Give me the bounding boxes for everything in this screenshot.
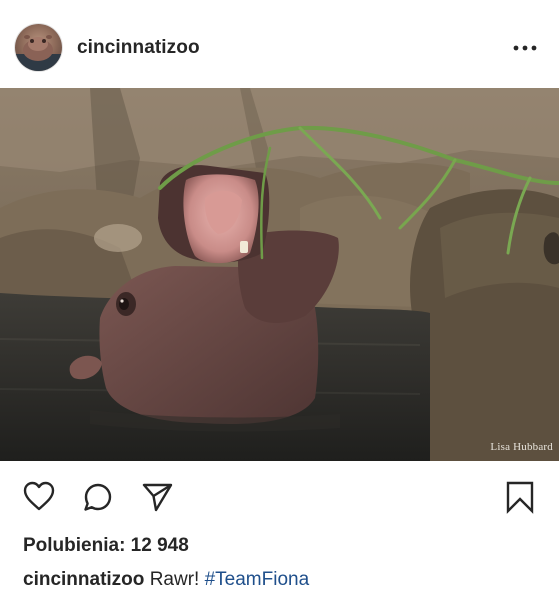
bookmark-icon[interactable] (502, 479, 538, 515)
avatar[interactable] (15, 24, 62, 71)
caption-username[interactable]: cincinnatizoo (23, 569, 144, 590)
post-header: cincinnatizoo (0, 0, 559, 88)
caption-hashtag[interactable]: #TeamFiona (205, 569, 310, 590)
likes-count[interactable]: Polubienia: 12 948 (23, 534, 189, 558)
post-photo[interactable]: Lisa Hubbard (0, 88, 559, 461)
post-caption: cincinnatizoo Rawr! #TeamFiona (23, 568, 309, 592)
hippo-photo (0, 88, 559, 461)
caption-text: Rawr! (149, 569, 200, 590)
send-icon[interactable] (139, 479, 175, 515)
more-options-icon[interactable] (512, 38, 540, 58)
photo-credit: Lisa Hubbard (490, 441, 553, 453)
hippo-avatar-image (15, 35, 62, 71)
heart-icon[interactable] (21, 479, 57, 515)
post-username[interactable]: cincinnatizoo (77, 36, 200, 60)
post-actions (0, 461, 559, 531)
comment-icon[interactable] (80, 479, 116, 515)
